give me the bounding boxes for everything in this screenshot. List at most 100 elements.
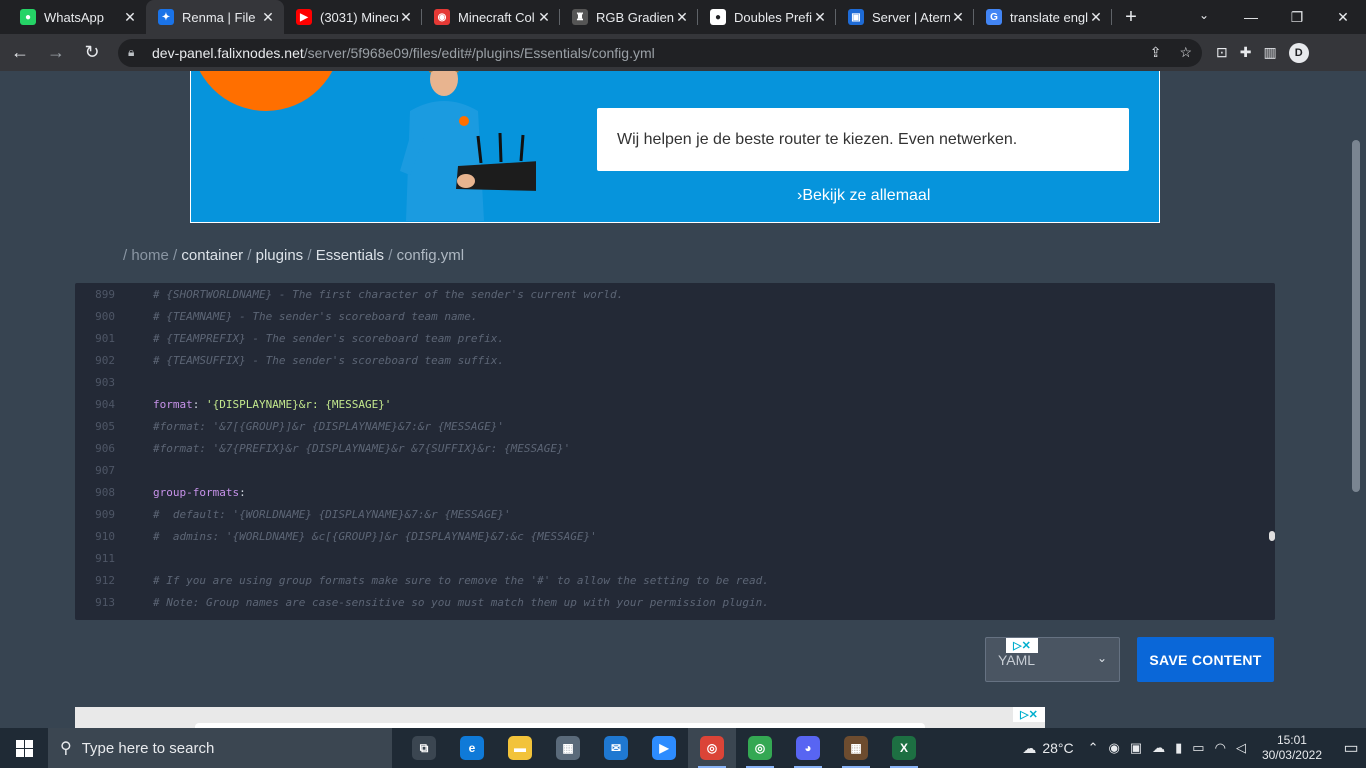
browser-tab[interactable]: Gtranslate engl ✕ bbox=[974, 0, 1112, 34]
code-line[interactable]: 910 # admins: '{WORLDNAME} &c[{GROUP}]&r … bbox=[75, 525, 1275, 547]
close-window-button[interactable]: ✕ bbox=[1320, 0, 1366, 34]
taskbar-app[interactable]: ⧉ bbox=[400, 728, 448, 768]
code-line[interactable]: 914 bbox=[75, 613, 1275, 621]
profile-avatar[interactable]: D bbox=[1288, 42, 1309, 63]
close-tab-icon[interactable]: ✕ bbox=[950, 9, 966, 26]
tab-title: Doubles Prefi bbox=[734, 9, 812, 25]
windows-taskbar: ⚲ Type here to search ⧉ e ▬ ▦ ✉ ▶ ◎ ◎ ◕ ▦ X ☁ 28°C… bbox=[0, 728, 1366, 768]
code-text: # {TEAMPREFIX} - The sender's scoreboard… bbox=[153, 331, 504, 345]
code-line[interactable]: 903 bbox=[75, 371, 1275, 393]
taskbar-app[interactable]: ▦ bbox=[544, 728, 592, 768]
ad-link[interactable]: ›Bekijk ze allemaal bbox=[797, 187, 930, 205]
browser-tab[interactable]: ▶ (3031) Minecra✕ bbox=[284, 0, 422, 34]
taskbar-app[interactable]: ▦ bbox=[832, 728, 880, 768]
task-view-icon: ⧉ bbox=[412, 736, 436, 760]
code-line[interactable]: 907 bbox=[75, 459, 1275, 481]
browser-tab[interactable]: ◉ Minecraft Col ✕ bbox=[422, 0, 560, 34]
close-tab-icon[interactable]: ✕ bbox=[398, 9, 414, 26]
taskbar-app[interactable]: ◎ bbox=[688, 728, 736, 768]
taskbar-app[interactable]: ◎ bbox=[736, 728, 784, 768]
close-tab-icon[interactable]: ✕ bbox=[260, 9, 276, 26]
onedrive-icon[interactable]: ☁ bbox=[1152, 740, 1165, 756]
back-button[interactable]: ← bbox=[4, 37, 36, 69]
notification-icon[interactable]: ▭ bbox=[1336, 728, 1366, 768]
taskbar-app[interactable]: e bbox=[448, 728, 496, 768]
close-tab-icon[interactable]: ✕ bbox=[674, 9, 690, 26]
browser-tab[interactable]: ♜ RGB Gradient ✕ bbox=[560, 0, 698, 34]
code-line[interactable]: 908 group-formats: bbox=[75, 481, 1275, 503]
taskbar-app[interactable]: ✉ bbox=[592, 728, 640, 768]
taskbar-app[interactable]: ▶ bbox=[640, 728, 688, 768]
camera-icon[interactable]: ▣ bbox=[1130, 740, 1142, 756]
code-line[interactable]: 905 #format: '&7[{GROUP}]&r {DISPLAYNAME}… bbox=[75, 415, 1275, 437]
minimize-button[interactable]: — bbox=[1228, 0, 1274, 34]
code-line[interactable]: 911 bbox=[75, 547, 1275, 569]
code-line[interactable]: 899 # {SHORTWORLDNAME} - The first charac… bbox=[75, 283, 1275, 305]
weather-temp: 28°C bbox=[1042, 740, 1074, 756]
share-icon[interactable]: ⇪ bbox=[1150, 44, 1162, 61]
maximize-button[interactable]: ❐ bbox=[1274, 0, 1320, 34]
chevron-down-icon: ⌄ bbox=[1096, 651, 1107, 665]
breadcrumb-plugins[interactable]: plugins bbox=[256, 247, 304, 264]
breadcrumb-home[interactable]: home bbox=[131, 247, 169, 264]
puzzle-extensions-icon[interactable]: ✚ bbox=[1240, 44, 1252, 61]
wifi-icon[interactable]: ◠ bbox=[1215, 740, 1226, 756]
tab-title: translate engl bbox=[1010, 9, 1088, 25]
browser-tab[interactable]: ▣ Server | Atern ✕ bbox=[836, 0, 974, 34]
code-line[interactable]: 901 # {TEAMPREFIX} - The sender's scorebo… bbox=[75, 327, 1275, 349]
start-button[interactable] bbox=[0, 728, 48, 768]
browser-tab[interactable]: ● WhatsApp ✕ bbox=[8, 0, 146, 34]
browser-tab[interactable]: ✦ Renma | File M✕ bbox=[146, 0, 284, 34]
bookmark-star-icon[interactable]: ☆ bbox=[1179, 44, 1192, 61]
code-line[interactable]: 900 # {TEAMNAME} - The sender's scoreboar… bbox=[75, 305, 1275, 327]
extension-icon[interactable]: ⊡ bbox=[1216, 44, 1228, 61]
reload-icon: ↻ bbox=[84, 42, 100, 62]
ad-choices-icon[interactable]: ▷✕ bbox=[1006, 638, 1038, 653]
code-line[interactable]: 909 # default: '{WORLDNAME} {DISPLAYNAME}… bbox=[75, 503, 1275, 525]
breadcrumb-container[interactable]: container bbox=[181, 247, 243, 264]
close-tab-icon[interactable]: ✕ bbox=[1088, 9, 1104, 26]
code-editor[interactable]: 899 # {SHORTWORLDNAME} - The first charac… bbox=[75, 283, 1275, 620]
side-panel-icon[interactable]: ▥ bbox=[1263, 44, 1276, 61]
close-tab-icon[interactable]: ✕ bbox=[122, 9, 138, 26]
code-line[interactable]: 913 # Note: Group names are case-sensitiv… bbox=[75, 591, 1275, 613]
code-line[interactable]: 912 # If you are using group formats make… bbox=[75, 569, 1275, 591]
battery-icon[interactable]: ▭ bbox=[1192, 740, 1204, 756]
advertisement-banner[interactable]: Wij helpen je de beste router te kiezen.… bbox=[190, 71, 1160, 223]
taskbar-app[interactable]: ▬ bbox=[496, 728, 544, 768]
minecraft-icon: ▦ bbox=[844, 736, 868, 760]
taskbar-app[interactable]: X bbox=[880, 728, 928, 768]
weather-widget[interactable]: ☁ 28°C bbox=[1022, 740, 1073, 757]
code-line[interactable]: 904 format: '{DISPLAYNAME}&r: {MESSAGE}' bbox=[75, 393, 1275, 415]
taskbar-search[interactable]: ⚲ Type here to search bbox=[48, 728, 392, 768]
code-text: # {TEAMSUFFIX} - The sender's scoreboard… bbox=[153, 353, 504, 367]
page-scrollbar[interactable] bbox=[1352, 140, 1360, 492]
clock[interactable]: 15:01 30/03/2022 bbox=[1262, 733, 1322, 763]
new-tab-button[interactable]: + bbox=[1116, 0, 1146, 34]
record-icon[interactable]: ◉ bbox=[1109, 740, 1120, 756]
rgb-gradient-icon: ♜ bbox=[572, 9, 588, 25]
microphone-icon[interactable]: ▮ bbox=[1175, 740, 1182, 756]
taskbar-app[interactable]: ◕ bbox=[784, 728, 832, 768]
code-line[interactable]: 902 # {TEAMSUFFIX} - The sender's scorebo… bbox=[75, 349, 1275, 371]
chevron-up-icon[interactable]: ⌃ bbox=[1088, 740, 1099, 756]
code-line[interactable]: 906 #format: '&7{PREFIX}&r {DISPLAYNAME}&… bbox=[75, 437, 1275, 459]
ad-choices-icon[interactable]: ▷✕ bbox=[1013, 707, 1045, 722]
address-bar[interactable]: 🔒︎ dev-panel.falixnodes.net /server/5f96… bbox=[118, 38, 1202, 67]
save-content-button[interactable]: SAVE CONTENT bbox=[1137, 637, 1274, 682]
bottom-advertisement[interactable]: ▷✕ bbox=[75, 707, 1045, 728]
zoom-icon: ▶ bbox=[652, 736, 676, 760]
tab-strip: ●WhatsApp✕✦Renma | File M✕▶(3031) Minecr… bbox=[0, 0, 1366, 34]
tab-title: WhatsApp bbox=[44, 9, 104, 25]
close-tab-icon[interactable]: ✕ bbox=[812, 9, 828, 26]
forward-button[interactable]: → bbox=[40, 37, 72, 69]
volume-icon[interactable]: ◁ bbox=[1236, 740, 1246, 756]
close-tab-icon[interactable]: ✕ bbox=[536, 9, 552, 26]
tab-title: RGB Gradient bbox=[596, 9, 674, 25]
whatsapp-icon: ● bbox=[20, 9, 36, 25]
tab-search-button[interactable]: ⌄ bbox=[1192, 0, 1216, 30]
browser-tab[interactable]: ● Doubles Prefi ✕ bbox=[698, 0, 836, 34]
breadcrumb-essentials[interactable]: Essentials bbox=[316, 247, 384, 264]
ad-message[interactable]: Wij helpen je de beste router te kiezen.… bbox=[597, 108, 1129, 171]
reload-button[interactable]: ↻ bbox=[76, 37, 108, 69]
